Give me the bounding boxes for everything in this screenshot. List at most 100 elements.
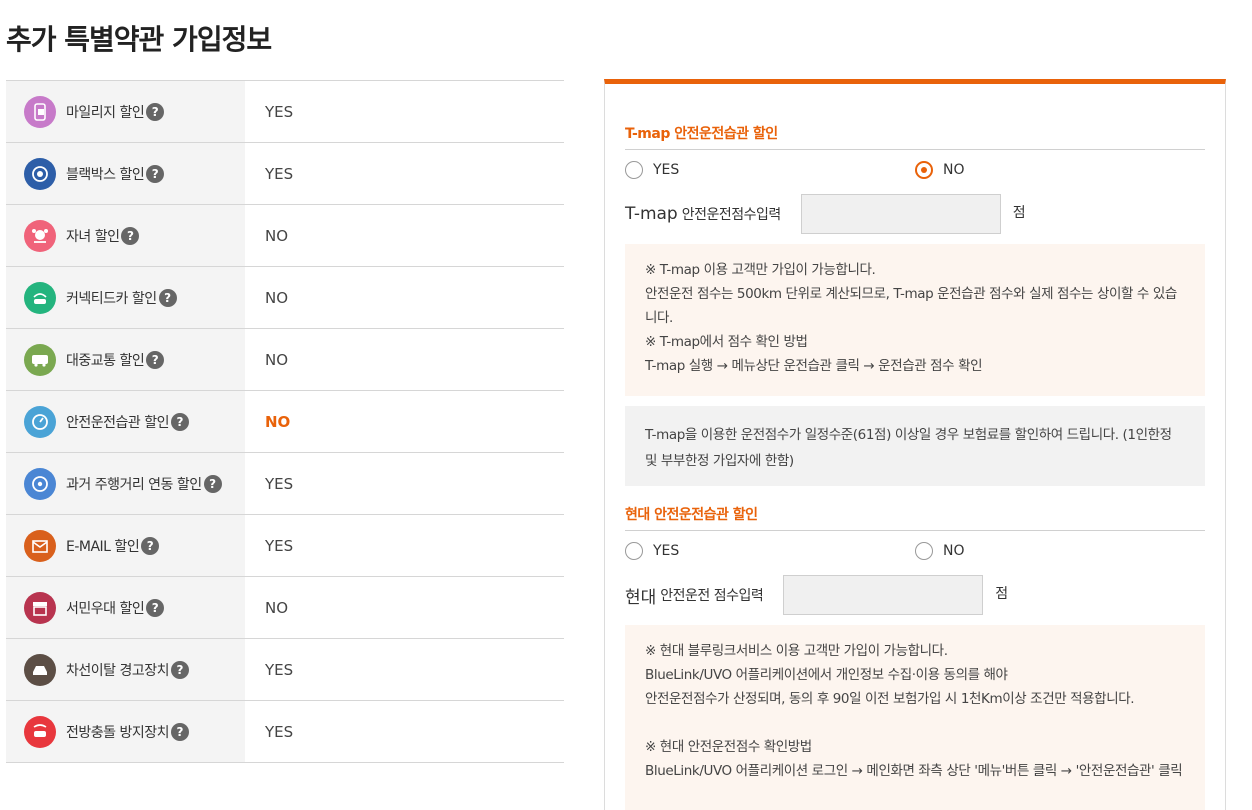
bus-icon	[24, 343, 56, 376]
odometer-icon	[24, 467, 56, 500]
help-icon[interactable]: ?	[171, 660, 189, 679]
tmap-score-input[interactable]	[800, 194, 1001, 234]
tmap-yes-radio[interactable]: YES	[625, 161, 679, 179]
discount-row: 차선이탈 경고장치? YES	[6, 639, 564, 701]
discount-value: YES	[265, 164, 294, 183]
discount-label-cell: 자녀 할인?	[6, 205, 245, 266]
notice-line: 안전운전 점수는 500km 단위로 계산되므로, T-map 운전습관 점수와…	[645, 286, 1177, 326]
discount-label-cell: 마일리지 할인?	[6, 81, 245, 142]
help-icon[interactable]: ?	[146, 598, 165, 617]
camera-icon	[24, 157, 56, 190]
radio-circle[interactable]	[625, 161, 643, 179]
hyundai-notice-box: ※ 현대 블루링크서비스 이용 고객만 가입이 가능합니다. BlueLink/…	[625, 625, 1205, 810]
discount-label-cell: 서민우대 할인?	[6, 577, 245, 638]
child-icon	[24, 219, 56, 252]
discount-value: NO	[265, 598, 289, 617]
discount-label-cell: 대중교통 할인?	[6, 329, 245, 390]
notice-line: ※ T-map에서 점수 확인 방법	[645, 334, 808, 350]
radio-label: NO	[943, 162, 965, 178]
discount-label: 서민우대 할인	[66, 600, 145, 617]
page-title: 추가 특별약관 가입정보	[6, 23, 272, 56]
discount-label: 안전운전습관 할인	[66, 414, 170, 431]
tmap-no-radio[interactable]: NO	[915, 161, 965, 179]
discount-row: E-MAIL 할인? YES	[6, 515, 564, 577]
notice-line	[645, 711, 1185, 735]
discount-row: 블랙박스 할인? YES	[6, 143, 564, 205]
tmap-score-row: T-map 안전운전점수입력 점	[625, 194, 1026, 234]
discount-label-cell: 차선이탈 경고장치?	[6, 639, 245, 700]
discount-label: E-MAIL 할인	[66, 538, 140, 555]
help-icon[interactable]: ?	[171, 412, 189, 431]
hyundai-radio-group: YES NO	[625, 542, 1205, 566]
discount-row: 안전운전습관 할인? NO	[6, 391, 564, 453]
hyundai-score-input[interactable]	[783, 575, 984, 615]
tmap-info-box: T-map을 이용한 운전점수가 일정수준(61점) 이상일 경우 보험료를 할…	[625, 406, 1205, 486]
radio-label: YES	[653, 543, 680, 559]
discount-label-cell: E-MAIL 할인?	[6, 515, 245, 576]
hyundai-score-main-label: 현대	[625, 587, 657, 608]
info-text: T-map을 이용한 운전점수가 일정수준(61점) 이상일 경우 보험료를 할…	[645, 427, 1172, 469]
tmap-score-sub-label: 안전운전점수입력	[681, 207, 782, 223]
discount-row: 전방충돌 방지장치? YES	[6, 701, 564, 763]
discount-label: 과거 주행거리 연동 할인	[66, 476, 202, 493]
discount-label-cell: 과거 주행거리 연동 할인?	[6, 453, 245, 514]
discount-row: 마일리지 할인? YES	[6, 81, 564, 143]
discount-value: NO	[265, 412, 291, 431]
radio-circle[interactable]	[915, 161, 933, 179]
hyundai-score-sub-label: 안전운전 점수입력	[660, 588, 764, 604]
discount-value: YES	[265, 474, 294, 493]
hyundai-score-unit: 점	[995, 586, 1009, 602]
discount-label: 전방충돌 방지장치	[66, 724, 170, 741]
discount-label-cell: 블랙박스 할인?	[6, 143, 245, 204]
help-icon[interactable]: ?	[146, 164, 165, 183]
connected-car-icon	[24, 281, 56, 314]
radio-circle[interactable]	[625, 542, 643, 560]
discount-label-cell: 안전운전습관 할인?	[6, 391, 245, 452]
help-icon[interactable]: ?	[171, 722, 189, 741]
store-icon	[24, 591, 56, 624]
help-icon[interactable]: ?	[203, 474, 222, 493]
help-icon[interactable]: ?	[146, 102, 165, 121]
lane-car-icon	[24, 653, 56, 686]
speedometer-icon	[24, 405, 56, 438]
help-icon[interactable]: ?	[141, 536, 160, 555]
discount-row: 커넥티드카 할인? NO	[6, 267, 564, 329]
discount-row: 자녀 할인? NO	[6, 205, 564, 267]
discount-label-cell: 전방충돌 방지장치?	[6, 701, 245, 762]
notice-line: ※ 현대 안전운전점수 확인방법	[645, 739, 812, 755]
phone-mileage-icon	[24, 95, 56, 128]
hyundai-section-title: 현대 안전운전습관 할인	[625, 504, 1205, 531]
notice-line: 안전운전점수가 산정되며, 동의 후 90일 이전 보험가입 시 1천Km이상 …	[645, 691, 1135, 707]
radio-circle[interactable]	[915, 542, 933, 560]
tmap-radio-group: YES NO	[625, 161, 1205, 185]
help-icon[interactable]: ?	[146, 350, 165, 369]
discount-label: 자녀 할인	[66, 228, 120, 245]
tmap-notice-box: ※ T-map 이용 고객만 가입이 가능합니다. 안전운전 점수는 500km…	[625, 244, 1205, 396]
discount-value: YES	[265, 102, 294, 121]
discount-value: YES	[265, 722, 294, 741]
discount-label: 커넥티드카 할인	[66, 290, 157, 307]
notice-line: ※ T-map 이용 고객만 가입이 가능합니다.	[645, 262, 876, 278]
safe-driving-panel: T-map 안전운전습관 할인 YES NO T-map 안전운전점수입력 점 …	[604, 79, 1226, 810]
notice-line: BlueLink/UVO 어플리케이션 로그인 → 메인화면 좌측 상단 '메뉴…	[645, 763, 1183, 779]
notice-line: ※ 현대 블루링크서비스 이용 고객만 가입이 가능합니다.	[645, 643, 948, 659]
discount-row: 대중교통 할인? NO	[6, 329, 564, 391]
hyundai-yes-radio[interactable]: YES	[625, 542, 679, 560]
discount-value: NO	[265, 350, 289, 369]
tmap-score-main-label: T-map	[625, 204, 678, 224]
help-icon[interactable]: ?	[158, 288, 177, 307]
discount-value: YES	[265, 536, 294, 555]
email-icon	[24, 529, 56, 562]
radio-label: YES	[653, 162, 680, 178]
discount-value: NO	[265, 226, 289, 245]
notice-line: BlueLink/UVO 어플리케이션에서 개인정보 수집·이용 동의를 해야	[645, 667, 1008, 683]
discount-row: 서민우대 할인? NO	[6, 577, 564, 639]
discount-value: NO	[265, 288, 289, 307]
hyundai-score-row: 현대 안전운전 점수입력 점	[625, 575, 1008, 615]
discount-table: 마일리지 할인? YES 블랙박스 할인? YES 자녀 할인? NO 커넥티드카 할인? N…	[6, 80, 564, 763]
help-icon[interactable]: ?	[121, 226, 140, 245]
collision-car-icon	[24, 715, 56, 748]
hyundai-no-radio[interactable]: NO	[915, 542, 965, 560]
tmap-score-unit: 점	[1012, 205, 1026, 221]
notice-line: T-map 실행 → 메뉴상단 운전습관 클릭 → 운전습관 점수 확인	[645, 358, 983, 374]
